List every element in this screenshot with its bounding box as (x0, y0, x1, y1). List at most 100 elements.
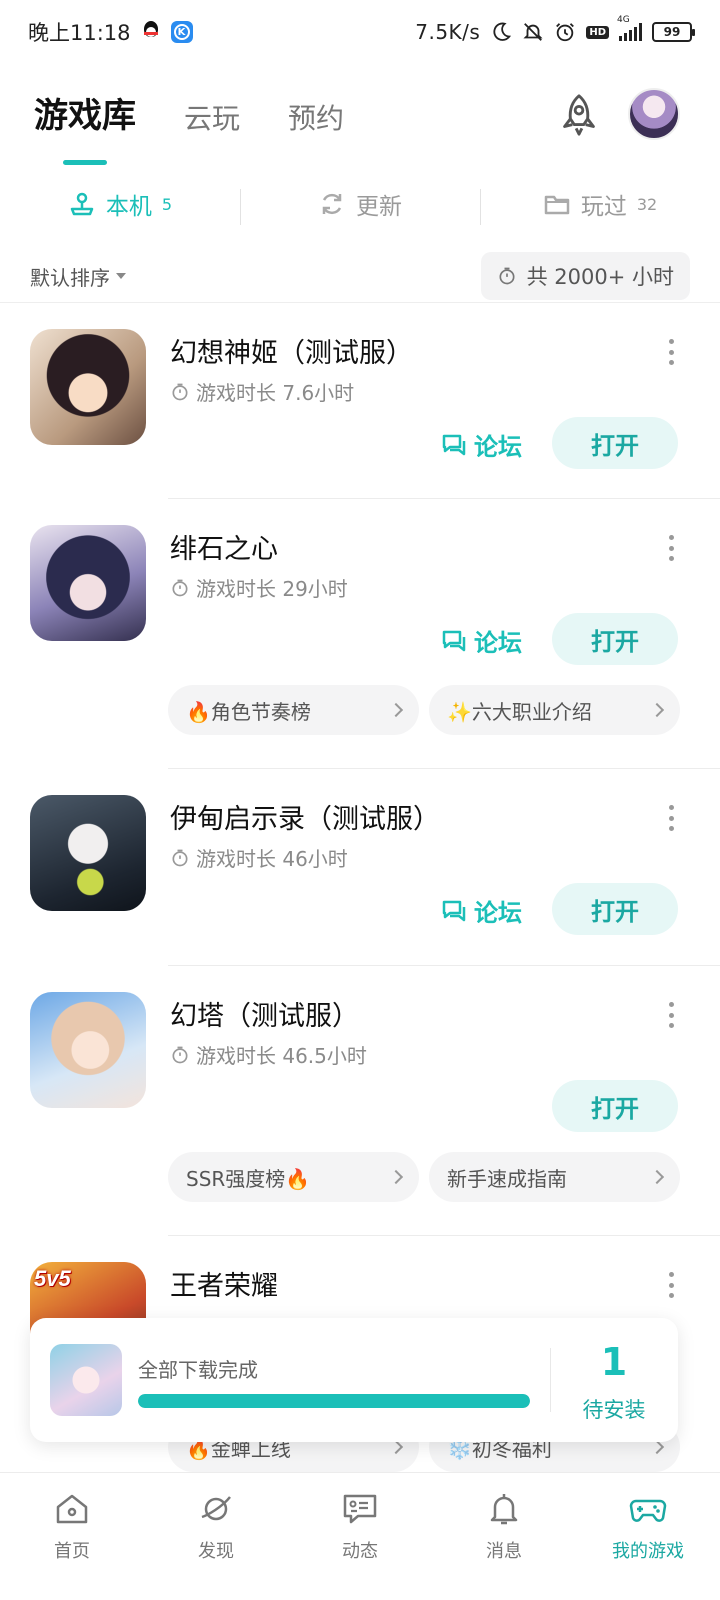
subtab-played-label: 玩过 (580, 194, 627, 220)
battery-level: 99 (663, 25, 681, 39)
chevron-right-icon (649, 702, 665, 718)
nav-discover[interactable]: 发现 (144, 1473, 288, 1600)
home-icon (56, 1494, 88, 1524)
more-options-icon[interactable] (666, 805, 676, 831)
tab-cloud-play[interactable]: 云玩 (184, 97, 240, 137)
game-playtime: 游戏时长 46小时 (170, 843, 348, 872)
guide-chip[interactable]: 新手速成指南 (429, 1152, 680, 1202)
game-cover[interactable] (30, 992, 146, 1108)
game-cover[interactable] (30, 525, 146, 641)
status-time: 晚上11:18 (28, 21, 131, 45)
game-playtime: 游戏时长 46.5小时 (170, 1040, 367, 1069)
sort-label: 默认排序 (30, 265, 110, 290)
game-playtime: 游戏时长 7.6小时 (170, 377, 354, 406)
open-button[interactable]: 打开 (552, 883, 678, 935)
chat-bubble-icon (442, 434, 466, 455)
open-button[interactable]: 打开 (552, 613, 678, 665)
nav-home-label: 首页 (54, 1541, 90, 1562)
open-button[interactable]: 打开 (552, 417, 678, 469)
network-speed: 7.5K/s (415, 20, 481, 44)
chevron-right-icon (649, 1439, 665, 1455)
forum-button[interactable]: 论坛 (440, 623, 522, 658)
playtime-text: 游戏时长 46小时 (196, 847, 348, 871)
network-type: 4G (617, 15, 630, 25)
subtab-local[interactable]: 本机 5 (0, 187, 240, 221)
more-options-icon[interactable] (666, 535, 676, 561)
chip-label: SSR强度榜🔥 (186, 1166, 311, 1191)
hd-badge: HD (586, 25, 609, 39)
subtab-updates-label: 更新 (356, 194, 402, 220)
download-progress-fill (138, 1394, 530, 1408)
sort-row: 默认排序 共 2000+ 小时 (30, 252, 690, 300)
game-item: 绯石之心 游戏时长 29小时 论坛 打开 🔥角色节奏榜 ✨六大职业介绍 (0, 499, 720, 769)
nav-feed[interactable]: 动态 (288, 1473, 432, 1600)
game-item: 幻想神姬（测试服） 游戏时长 7.6小时 论坛 打开 (0, 303, 720, 499)
subtab-updates[interactable]: 更新 (240, 187, 480, 225)
game-title[interactable]: 王者荣耀 (170, 1264, 278, 1303)
subtab-local-count: 5 (161, 194, 173, 214)
game-item: 伊甸启示录（测试服） 游戏时长 46小时 论坛 打开 (0, 769, 720, 966)
download-status-banner[interactable]: 全部下载完成 1 待安装 (30, 1318, 678, 1442)
nav-messages-label: 消息 (486, 1541, 522, 1562)
chat-bubble-icon (442, 900, 466, 921)
guide-chip[interactable]: 🔥角色节奏榜 (168, 685, 419, 735)
gamepad-icon (629, 1499, 667, 1522)
forum-button[interactable]: 论坛 (440, 427, 522, 462)
total-playtime-badge: 共 2000+ 小时 (480, 252, 690, 300)
chip-row: SSR强度榜🔥 新手速成指南 (168, 1152, 680, 1202)
sub-tab-bar: 本机 5 更新 玩过 32 (0, 180, 720, 228)
nav-home[interactable]: 首页 (0, 1473, 144, 1600)
nav-messages[interactable]: 消息 (432, 1473, 576, 1600)
game-cover[interactable] (30, 795, 146, 911)
sort-dropdown[interactable]: 默认排序 (30, 262, 126, 291)
game-title[interactable]: 幻塔（测试服） (170, 994, 359, 1033)
game-playtime: 游戏时长 29小时 (170, 573, 348, 602)
total-playtime: 共 2000+ 小时 (526, 265, 674, 289)
forum-button[interactable]: 论坛 (440, 893, 522, 928)
chevron-right-icon (388, 1439, 404, 1455)
more-options-icon[interactable] (666, 339, 676, 365)
nav-discover-label: 发现 (198, 1541, 234, 1562)
refresh-icon (322, 193, 342, 215)
open-button[interactable]: 打开 (552, 1080, 678, 1132)
game-cover[interactable] (30, 329, 146, 445)
chip-label: 新手速成指南 (447, 1166, 567, 1191)
game-item: 幻塔（测试服） 游戏时长 46.5小时 打开 SSR强度榜🔥 新手速成指南 (0, 966, 720, 1236)
alarm-icon (556, 23, 575, 42)
chip-label: 🔥角色节奏榜 (186, 699, 311, 724)
tab-reservations[interactable]: 预约 (288, 97, 344, 137)
rocket-icon[interactable] (556, 92, 602, 138)
game-title[interactable]: 伊甸启示录（测试服） (170, 797, 440, 836)
app-notification-icon: K (170, 21, 193, 43)
chip-label: ✨六大职业介绍 (447, 699, 592, 724)
top-tab-bar: 游戏库 云玩 预约 (34, 88, 344, 137)
stopwatch-icon (172, 849, 188, 866)
playtime-text: 游戏时长 46.5小时 (196, 1044, 367, 1068)
nav-my-games[interactable]: 我的游戏 (576, 1473, 720, 1600)
game-title[interactable]: 绯石之心 (170, 527, 278, 566)
subtab-played-count: 32 (636, 194, 658, 214)
game-title[interactable]: 幻想神姬（测试服） (170, 331, 413, 370)
chat-bubble-icon (442, 630, 466, 651)
forum-label: 论坛 (474, 629, 522, 657)
user-avatar[interactable] (628, 88, 680, 140)
guide-chip[interactable]: SSR强度榜🔥 (168, 1152, 419, 1202)
chevron-right-icon (388, 1169, 404, 1185)
forum-label: 论坛 (474, 899, 522, 927)
more-options-icon[interactable] (666, 1272, 676, 1298)
bell-icon (490, 1494, 518, 1525)
nav-my-games-label: 我的游戏 (612, 1541, 684, 1562)
cover-logo-text: 5v5 (34, 1266, 71, 1291)
pending-install-label[interactable]: 待安装 (550, 1394, 678, 1424)
signal-icon: 4G (617, 15, 642, 41)
tab-game-library[interactable]: 游戏库 (34, 88, 136, 137)
subtab-local-label: 本机 (105, 194, 152, 220)
download-game-thumbnail (50, 1344, 122, 1416)
chip-row: 🔥角色节奏榜 ✨六大职业介绍 (168, 685, 680, 735)
stopwatch-icon (172, 383, 188, 400)
more-options-icon[interactable] (666, 1002, 676, 1028)
status-bar: 晚上11:18 K 7.5K/s HD 4G 99 (0, 0, 720, 64)
subtab-played[interactable]: 玩过 32 (480, 187, 720, 225)
feed-icon (343, 1494, 377, 1524)
guide-chip[interactable]: ✨六大职业介绍 (429, 685, 680, 735)
